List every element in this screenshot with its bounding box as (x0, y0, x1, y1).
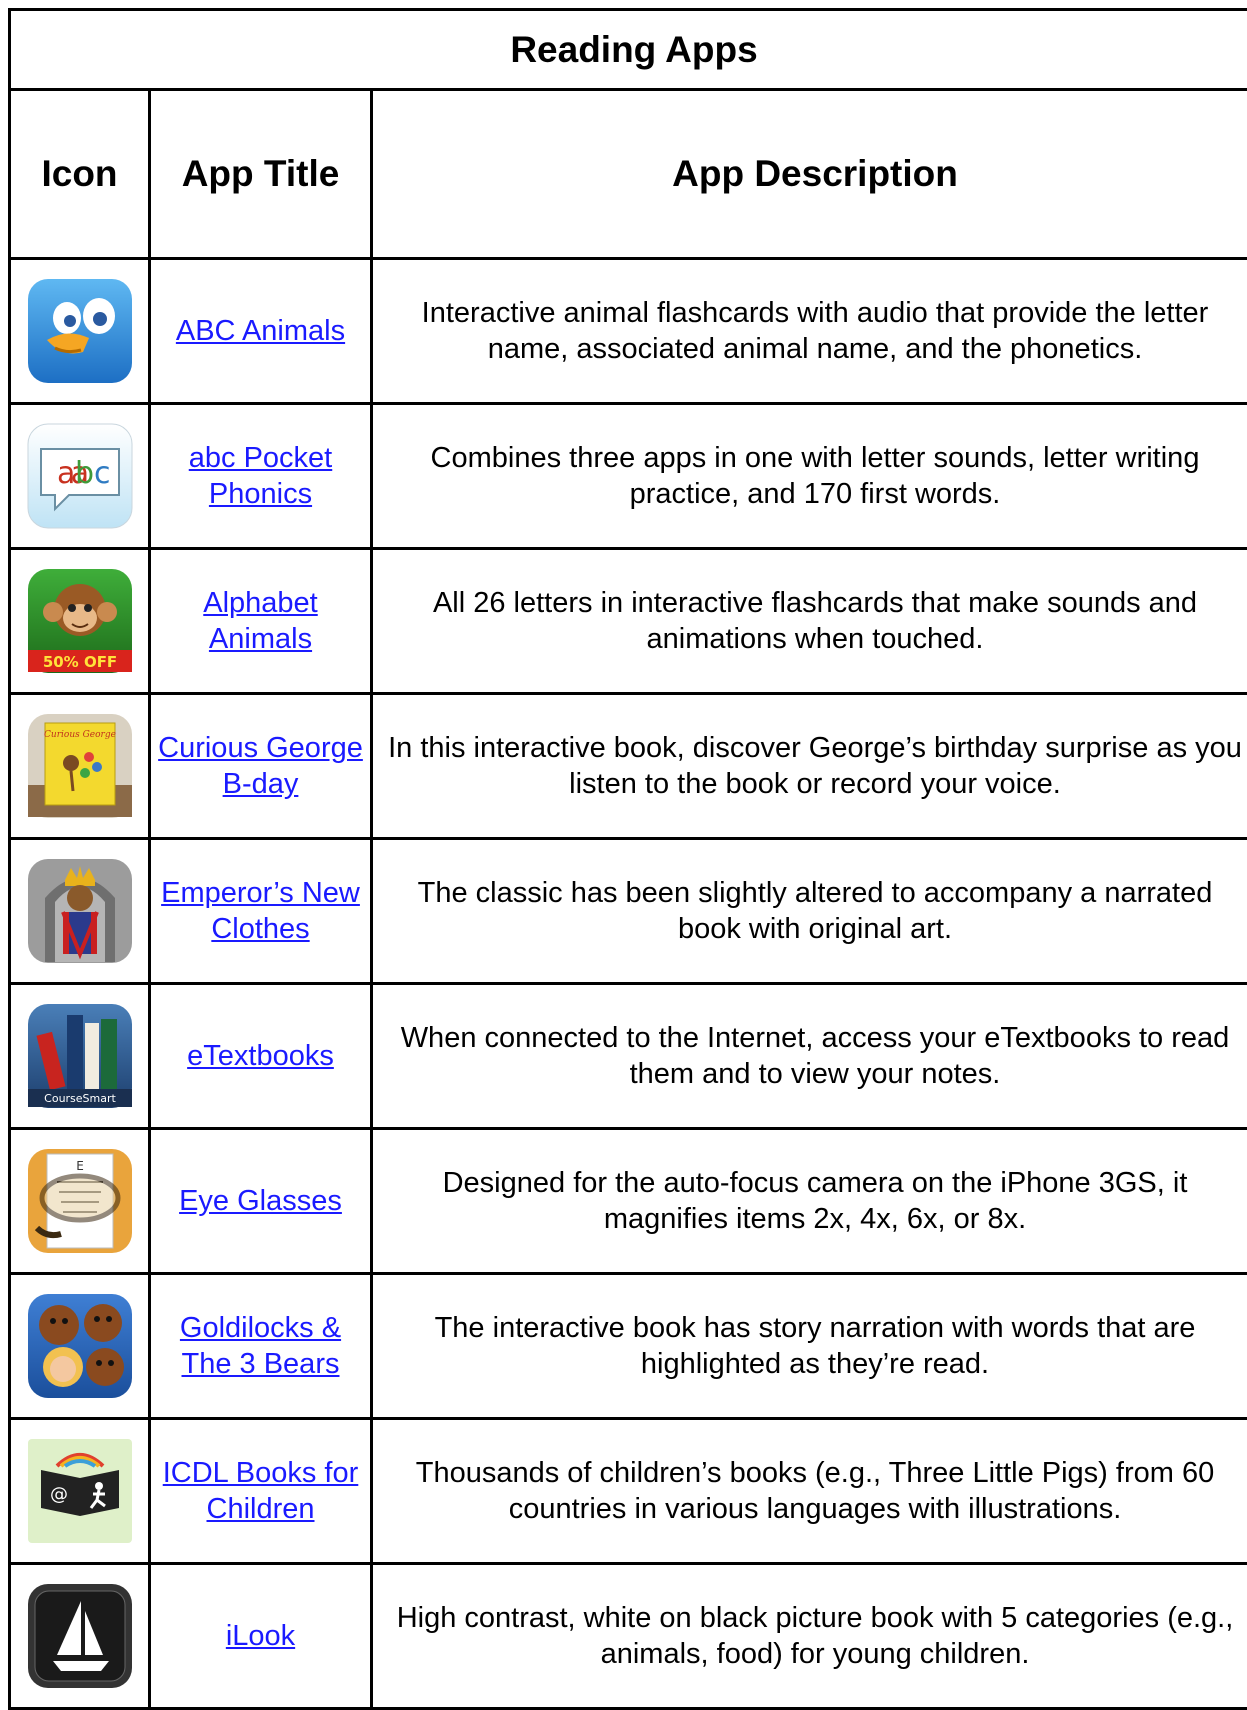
table-row: Goldilocks & The 3 Bears The interactive… (10, 1274, 1247, 1419)
eye-chart-glasses-icon: E (27, 1148, 133, 1254)
icon-cell: CourseSmart (10, 984, 150, 1129)
monkey-icon: 50% OFF (27, 568, 133, 674)
app-description-cell: The classic has been slightly altered to… (372, 839, 1247, 984)
app-description-cell: The interactive book has story narration… (372, 1274, 1247, 1419)
app-title-cell: Eye Glasses (150, 1129, 372, 1274)
books-icon: CourseSmart (27, 1003, 133, 1109)
icon-badge-text: CourseSmart (44, 1092, 116, 1105)
app-title-link[interactable]: Curious George B-day (151, 730, 370, 802)
app-description: Thousands of children’s books (e.g., Thr… (373, 1455, 1247, 1527)
app-title-cell: abc Pocket Phonics (150, 404, 372, 549)
table-row: ABC Animals Interactive animal flashcard… (10, 259, 1247, 404)
icon-cell: a a b c (10, 404, 150, 549)
table-row: Emperor’s New Clothes The classic has be… (10, 839, 1247, 984)
app-title-cell: Curious George B-day (150, 694, 372, 839)
app-description-cell: Interactive animal flashcards with audio… (372, 259, 1247, 404)
table-row: Curious George Curious George B-day In t… (10, 694, 1247, 839)
table-title-row: Reading Apps (10, 10, 1247, 90)
app-title-link[interactable]: ABC Animals (170, 313, 351, 349)
app-description: The classic has been slightly altered to… (373, 875, 1247, 947)
app-title-link[interactable]: Alphabet Animals (151, 585, 370, 657)
app-description-cell: Designed for the auto-focus camera on th… (372, 1129, 1247, 1274)
app-title-link[interactable]: Eye Glasses (173, 1183, 348, 1219)
svg-text:b: b (75, 456, 94, 491)
app-title-cell: Alphabet Animals (150, 549, 372, 694)
app-description: Interactive animal flashcards with audio… (373, 295, 1247, 367)
bird-cartoon-icon (27, 278, 133, 384)
curious-george-book-icon: Curious George (27, 713, 133, 819)
svg-text:E: E (76, 1159, 84, 1173)
icon-cell: Curious George (10, 694, 150, 839)
icdl-book-icon: @ (27, 1438, 133, 1544)
app-title-cell: iLook (150, 1564, 372, 1709)
app-title-cell: Emperor’s New Clothes (150, 839, 372, 984)
reading-apps-table: Reading Apps Icon App Title App Descript… (8, 8, 1247, 1710)
svg-text:@: @ (50, 1484, 68, 1505)
table-row: E Eye Glasses Designed for the auto-focu… (10, 1129, 1247, 1274)
app-title-cell: eTextbooks (150, 984, 372, 1129)
emperor-icon (27, 858, 133, 964)
icon-cell: @ (10, 1419, 150, 1564)
svg-text:c: c (94, 456, 111, 491)
table-row: iLook High contrast, white on black pict… (10, 1564, 1247, 1709)
icon-cell: E (10, 1129, 150, 1274)
header-app-description: App Description (372, 90, 1247, 259)
app-title-cell: Goldilocks & The 3 Bears (150, 1274, 372, 1419)
svg-text:Curious George: Curious George (44, 730, 116, 740)
app-description: The interactive book has story narration… (373, 1310, 1247, 1382)
app-description-cell: Thousands of children’s books (e.g., Thr… (372, 1419, 1247, 1564)
icon-cell (10, 1274, 150, 1419)
icon-cell (10, 259, 150, 404)
app-description: High contrast, white on black picture bo… (373, 1600, 1247, 1672)
table-title: Reading Apps (10, 10, 1247, 90)
table-row: 50% OFF Alphabet Animals All 26 letters … (10, 549, 1247, 694)
app-description-cell: All 26 letters in interactive flashcards… (372, 549, 1247, 694)
app-description: Combines three apps in one with letter s… (373, 440, 1247, 512)
bears-girl-icon (27, 1293, 133, 1399)
app-title-cell: ICDL Books for Children (150, 1419, 372, 1564)
svg-text:a: a (57, 456, 75, 491)
app-title-link[interactable]: eTextbooks (181, 1038, 340, 1074)
app-title-link[interactable]: ICDL Books for Children (151, 1455, 370, 1527)
speech-bubble-abc-icon: a a b c (27, 423, 133, 529)
table-header-row: Icon App Title App Description (10, 90, 1247, 259)
app-title-link[interactable]: Goldilocks & The 3 Bears (151, 1310, 370, 1382)
icon-cell: 50% OFF (10, 549, 150, 694)
app-description-cell: When connected to the Internet, access y… (372, 984, 1247, 1129)
app-title-cell: ABC Animals (150, 259, 372, 404)
app-description-cell: In this interactive book, discover Georg… (372, 694, 1247, 839)
table-row: @ ICDL Books for Children Thousands of c… (10, 1419, 1247, 1564)
header-app-title: App Title (150, 90, 372, 259)
app-description: All 26 letters in interactive flashcards… (373, 585, 1247, 657)
table-row: CourseSmart eTextbooks When connected to… (10, 984, 1247, 1129)
app-description: When connected to the Internet, access y… (373, 1020, 1247, 1092)
app-description: In this interactive book, discover Georg… (373, 730, 1247, 802)
app-description: Designed for the auto-focus camera on th… (373, 1165, 1247, 1237)
app-description-cell: High contrast, white on black picture bo… (372, 1564, 1247, 1709)
app-title-link[interactable]: iLook (220, 1618, 301, 1654)
app-title-link[interactable]: Emperor’s New Clothes (151, 875, 370, 947)
app-title-link[interactable]: abc Pocket Phonics (151, 440, 370, 512)
table-row: a a b c abc Pocket Phonics Combines thre… (10, 404, 1247, 549)
icon-cell (10, 839, 150, 984)
header-icon: Icon (10, 90, 150, 259)
icon-badge-text: 50% OFF (42, 653, 116, 671)
icon-cell (10, 1564, 150, 1709)
app-description-cell: Combines three apps in one with letter s… (372, 404, 1247, 549)
sailboat-icon (27, 1583, 133, 1689)
